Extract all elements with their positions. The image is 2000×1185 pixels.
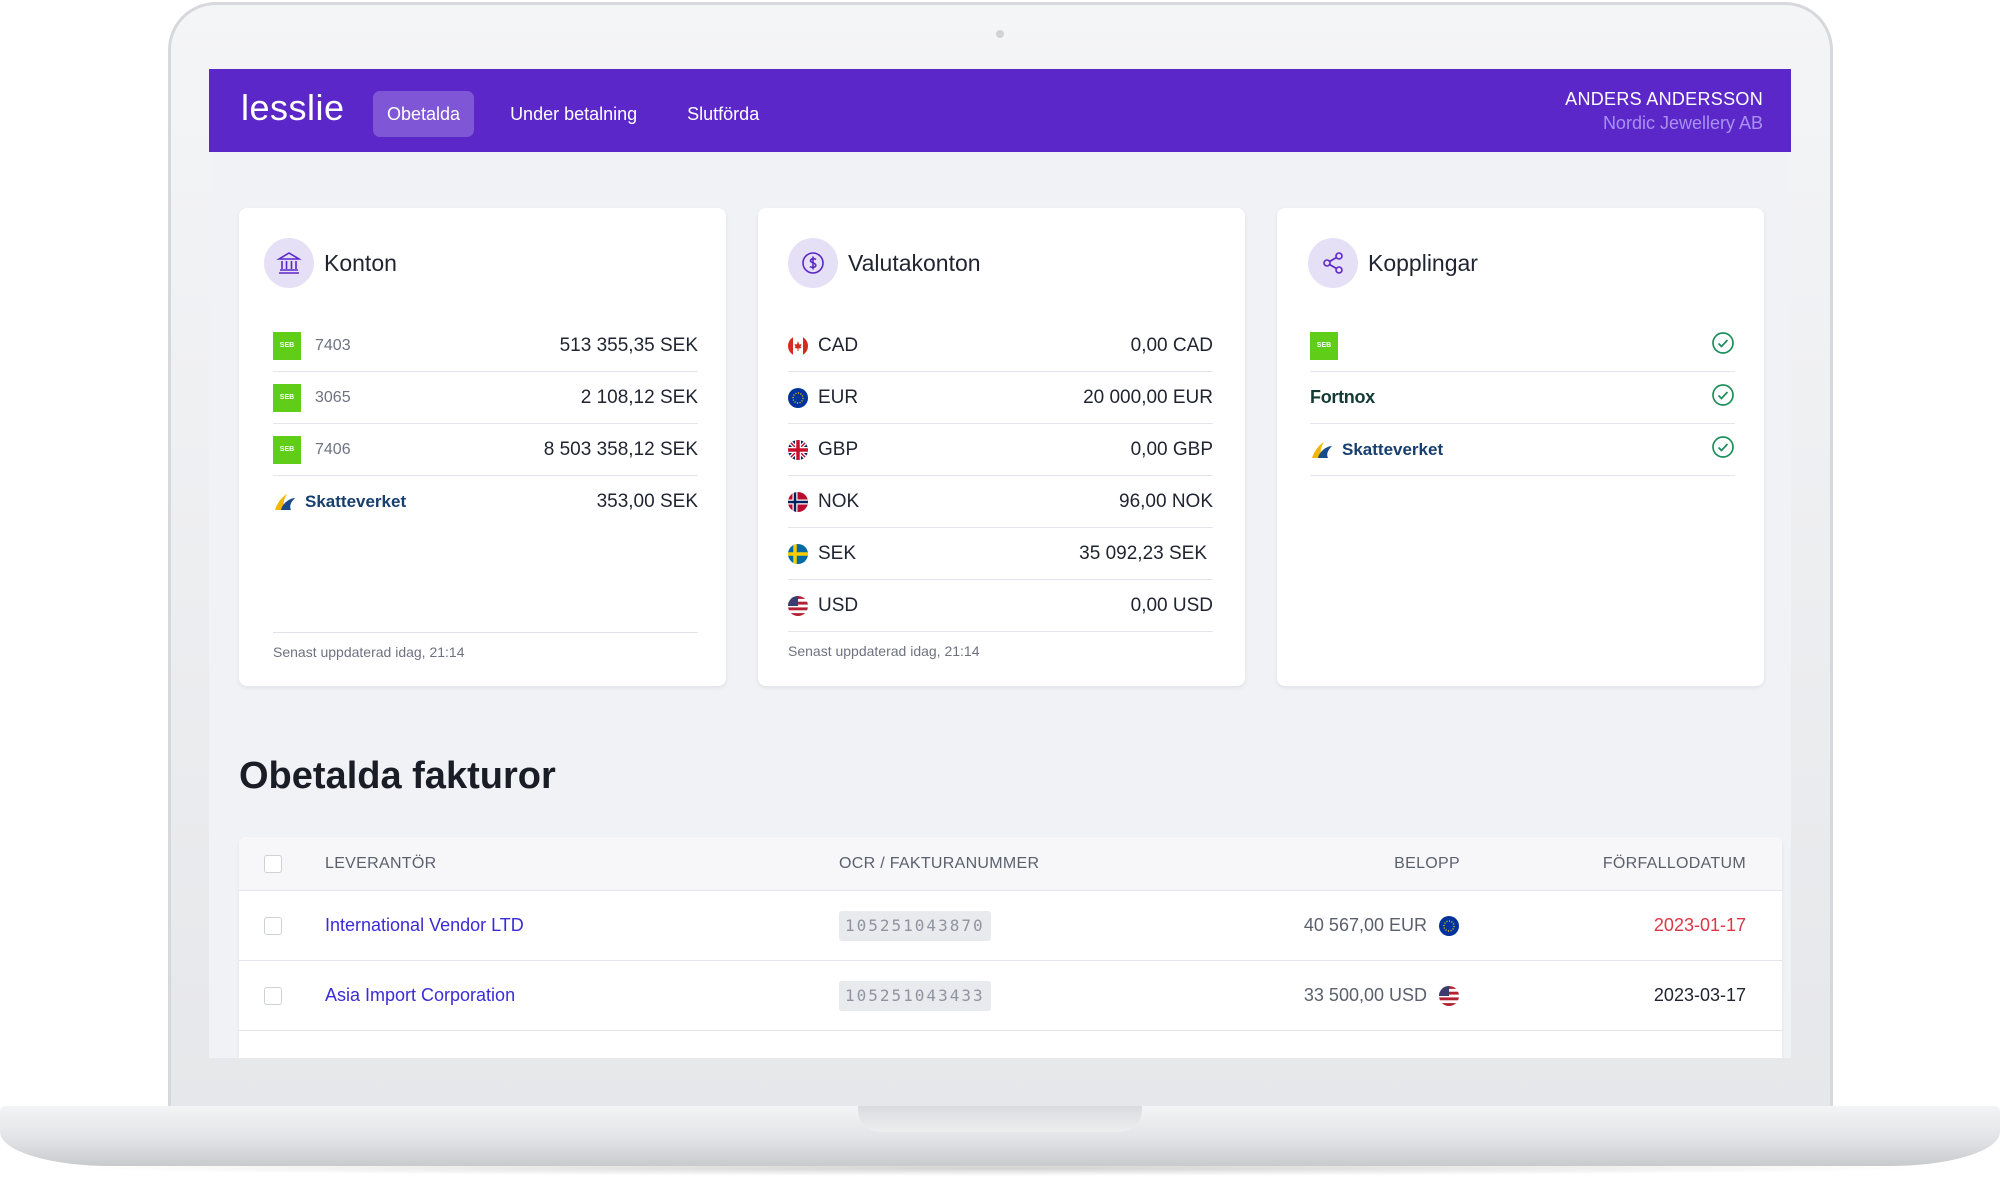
seb-logo-icon: SEB [273,383,301,412]
table-row[interactable]: International Vendor LTD 105251043870 40… [239,891,1782,961]
account-balance: 2 108,12 SEK [580,386,698,408]
column-amount[interactable]: BELOPP [1394,837,1460,891]
account-number: 7403 [315,336,351,354]
camera [996,30,1004,38]
konton-card: Konton SEB 7403 513 355,35 SEK SEB 3065 2 … [239,208,726,686]
currency-code: GBP [818,438,859,460]
usa-flag-icon [788,595,808,616]
currency-code: SEK [818,542,857,564]
column-vendor[interactable]: LEVERANTÖR [325,837,436,891]
share-icon [1308,238,1358,288]
account-row[interactable]: SEB 3065 2 108,12 SEK [273,372,698,424]
connection-row[interactable]: Fortnox [1310,372,1735,424]
last-updated: Senast uppdaterad idag, 21:14 [273,632,698,660]
page-title: Obetalda fakturor [239,755,556,797]
user-name: ANDERS ANDERSSON [1565,89,1763,109]
bank-icon [264,238,314,288]
norway-flag-icon [788,491,808,512]
currency-balance: 0,00 USD [1130,594,1213,616]
currency-row[interactable]: NOK 96,00 NOK [788,476,1213,528]
account-row[interactable]: Skatteverket 353,00 SEK [273,476,698,528]
seb-logo-icon: SEB [273,435,301,464]
account-row[interactable]: SEB 7406 8 503 358,12 SEK [273,424,698,476]
check-circle-icon [1711,331,1735,360]
currency-row[interactable]: GBP 0,00 GBP [788,424,1213,476]
due-date: 2023-03-17 [1653,985,1746,1005]
seb-logo-icon: SEB [273,331,301,360]
currency-row[interactable]: CAD 0,00 CAD [788,320,1213,372]
ocr-number: 105251043870 [839,911,991,941]
app-logo[interactable]: lesslie [241,87,345,129]
sweden-flag-icon [788,543,808,564]
column-ocr[interactable]: OCR / FAKTURANUMMER [839,837,1039,891]
vendor-link[interactable]: International Vendor LTD [325,915,524,936]
user-company: Nordic Jewellery AB [1602,113,1763,133]
main-nav: Obetalda Under betalning Slutförda [373,91,773,137]
currency-row[interactable]: EUR 20 000,00 EUR [788,372,1213,424]
table-row[interactable]: Asia Import Corporation 105251043433 33 … [239,961,1782,1031]
ocr-number: 105251043433 [839,981,991,1011]
table-row [239,1031,1782,1058]
valutakonton-card: Valutakonton CAD 0,00 CAD EUR 20 000,00 … [758,208,1245,686]
usa-flag-icon [1439,986,1459,1006]
currency-account-list: CAD 0,00 CAD EUR 20 000,00 EUR GBP 0,00 … [788,320,1213,632]
currency-row[interactable]: USD 0,00 USD [788,580,1213,632]
skatteverket-logo-icon: Skatteverket [1310,438,1443,462]
row-checkbox[interactable] [264,917,282,935]
currency-balance: 96,00 NOK [1119,490,1213,512]
connection-row[interactable]: Skatteverket [1310,424,1735,476]
seb-logo-icon: SEB [1310,331,1338,360]
account-balance: 353,00 SEK [596,491,698,512]
tab-under-betalning[interactable]: Under betalning [496,91,651,137]
uk-flag-icon [788,439,808,460]
connection-row[interactable]: SEB [1310,320,1735,372]
account-balance: 513 355,35 SEK [559,334,698,356]
card-title: Valutakonton [848,249,981,276]
tab-obetalda[interactable]: Obetalda [373,91,475,137]
invoice-amount: 33 500,00 USD [1303,985,1427,1005]
kopplingar-card: Kopplingar SEB Fortnox Skatteverket [1277,208,1764,686]
card-title: Kopplingar [1368,249,1478,276]
currency-balance: 35 092,23 SEK [1079,542,1207,564]
canada-flag-icon [788,335,808,356]
column-due-date[interactable]: FÖRFALLODATUM [1603,837,1746,891]
top-navigation-bar: lesslie Obetalda Under betalning Slutför… [209,69,1791,152]
account-number: 3065 [315,388,351,406]
eu-flag-icon [1439,916,1459,936]
skatteverket-label: Skatteverket [305,492,407,511]
currency-code: CAD [818,334,859,356]
currency-balance: 0,00 CAD [1130,334,1213,356]
app-screen: lesslie Obetalda Under betalning Slutför… [209,69,1791,1058]
currency-code: NOK [818,490,860,512]
account-row[interactable]: SEB 7403 513 355,35 SEK [273,320,698,372]
skatteverket-label: Skatteverket [1342,439,1444,459]
card-title: Konton [324,249,397,276]
currency-code: USD [818,594,859,616]
currency-code: EUR [818,386,859,408]
due-date: 2023-01-17 [1653,915,1746,935]
skatteverket-logo-icon: Skatteverket [273,490,406,514]
account-number: 7406 [315,440,351,458]
currency-row[interactable]: SEK 35 092,23 SEK [788,528,1213,580]
account-list: SEB 7403 513 355,35 SEK SEB 3065 2 108,12 … [273,320,698,528]
currency-balance: 0,00 GBP [1130,438,1213,460]
user-menu[interactable]: ANDERS ANDERSSON Nordic Jewellery AB [1565,89,1763,134]
tab-slutforda[interactable]: Slutförda [673,91,773,137]
laptop-notch [858,1106,1142,1132]
table-header: LEVERANTÖR OCR / FAKTURANUMMER BELOPP FÖ… [239,837,1782,891]
check-circle-icon [1711,383,1735,412]
eu-flag-icon [788,387,808,408]
invoice-table: LEVERANTÖR OCR / FAKTURANUMMER BELOPP FÖ… [239,837,1782,1058]
select-all-checkbox[interactable] [264,855,282,873]
vendor-link[interactable]: Asia Import Corporation [325,985,515,1006]
invoice-amount: 40 567,00 EUR [1303,915,1427,935]
check-circle-icon [1711,435,1735,464]
currency-balance: 20 000,00 EUR [1083,386,1213,408]
last-updated: Senast uppdaterad idag, 21:14 [788,643,980,659]
connection-list: SEB Fortnox Skatteverket [1310,320,1735,476]
account-balance: 8 503 358,12 SEK [543,438,698,460]
row-checkbox[interactable] [264,987,282,1005]
fortnox-logo: Fortnox [1310,387,1375,407]
dollar-icon [788,238,838,288]
